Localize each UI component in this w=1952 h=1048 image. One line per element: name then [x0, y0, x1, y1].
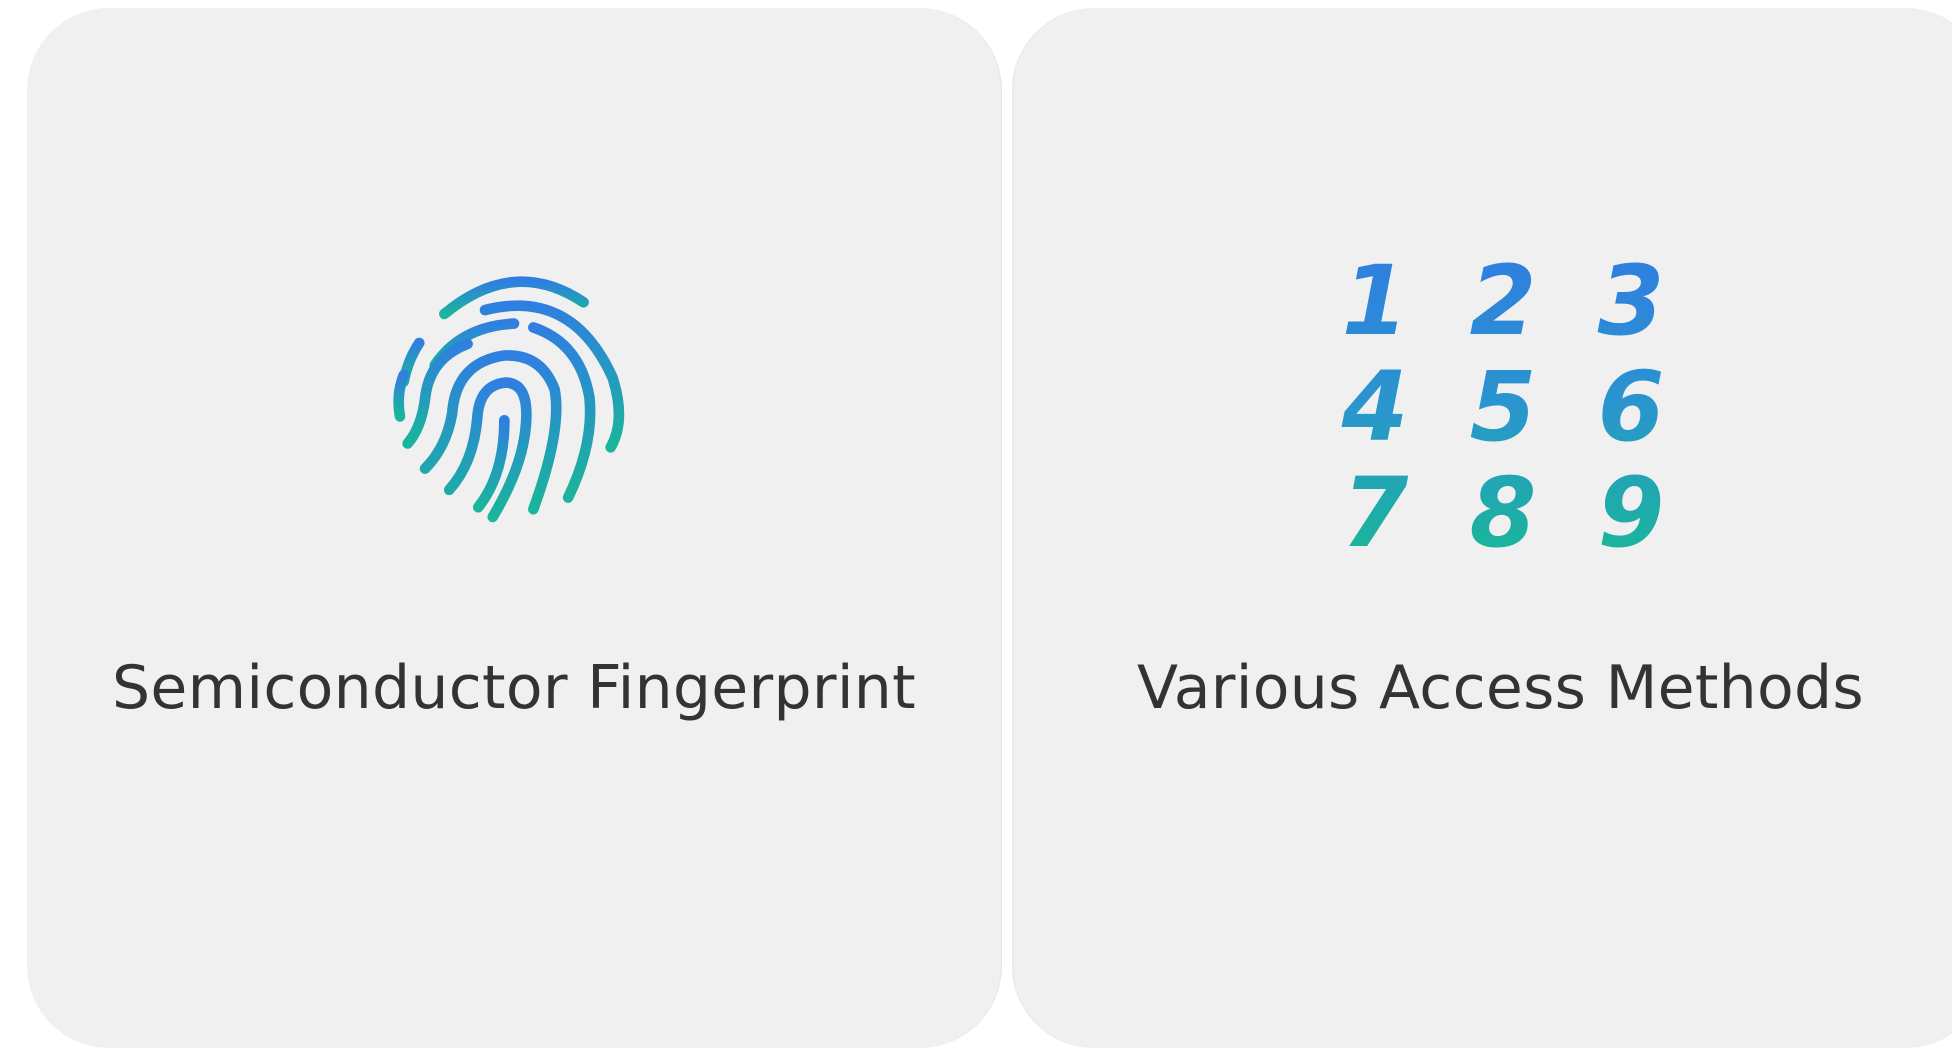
key-5: 5 [1470, 351, 1537, 463]
keypad-icon: 1 2 3 4 5 6 7 8 9 [1313, 254, 1693, 554]
feature-card-access-methods: 1 2 3 4 5 6 7 8 9 Various Access Methods [1013, 8, 1952, 1048]
key-4: 4 [1341, 351, 1409, 463]
key-3: 3 [1598, 254, 1665, 357]
fingerprint-icon [369, 254, 659, 554]
access-methods-title: Various Access Methods [1137, 653, 1864, 723]
feature-card-fingerprint: Semiconductor Fingerprint [27, 8, 1001, 1048]
fingerprint-title: Semiconductor Fingerprint [112, 653, 916, 723]
key-6: 6 [1598, 351, 1665, 463]
key-9: 9 [1598, 457, 1665, 554]
key-7: 7 [1342, 457, 1409, 554]
key-1: 1 [1342, 254, 1409, 357]
key-2: 2 [1470, 254, 1537, 357]
key-8: 8 [1470, 457, 1537, 554]
